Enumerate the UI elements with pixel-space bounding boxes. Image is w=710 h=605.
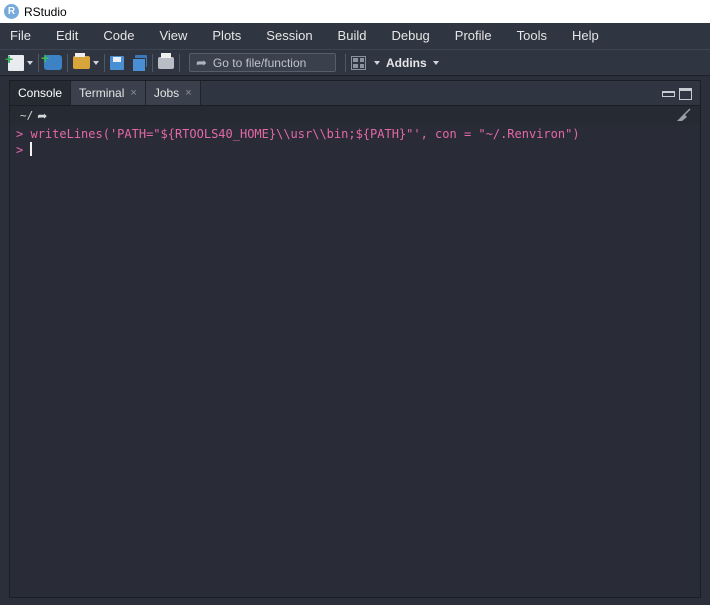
console-header: ~/ ➦: [10, 106, 700, 125]
tab-jobs-label: Jobs: [153, 86, 180, 100]
go-to-directory-icon[interactable]: ➦: [37, 109, 47, 123]
open-file-button[interactable]: [73, 53, 99, 73]
menu-file[interactable]: File: [2, 23, 39, 49]
toolbar-separator: [345, 53, 346, 72]
print-icon: [158, 52, 174, 69]
console-line: > writeLines('PATH="${RTOOLS40_HOME}\\us…: [16, 126, 700, 142]
tab-console-label: Console: [18, 86, 63, 100]
toolbar-separator: [152, 53, 153, 72]
tab-terminal[interactable]: Terminal ×: [71, 81, 146, 105]
toolbar-separator: [38, 53, 39, 72]
minimize-pane-icon[interactable]: [662, 91, 675, 97]
workspace-panes-button[interactable]: [351, 53, 380, 73]
go-to-file-placeholder: Go to file/function: [212, 55, 307, 70]
tab-terminal-label: Terminal: [79, 86, 125, 100]
console-output[interactable]: > writeLines('PATH="${RTOOLS40_HOME}\\us…: [10, 125, 700, 597]
close-icon[interactable]: ×: [185, 87, 191, 99]
go-to-file-input[interactable]: ➦ Go to file/function: [189, 53, 336, 72]
save-icon: [110, 55, 124, 70]
main-toolbar: ➦ Go to file/function Addins: [0, 49, 710, 76]
text-cursor: [30, 142, 33, 156]
addins-label: Addins: [386, 55, 427, 70]
print-button[interactable]: [158, 52, 174, 73]
chevron-down-icon: [93, 60, 99, 65]
chevron-down-icon: [432, 60, 439, 65]
menu-profile[interactable]: Profile: [447, 23, 500, 49]
menu-debug[interactable]: Debug: [383, 23, 437, 49]
new-file-button[interactable]: [5, 51, 33, 73]
console-command: writeLines('PATH="${RTOOLS40_HOME}\\usr\…: [30, 127, 580, 141]
tab-jobs[interactable]: Jobs ×: [145, 81, 201, 105]
window-title: RStudio: [24, 4, 67, 19]
console-pane: Console Terminal × Jobs × ~/ ➦ > writeLi…: [9, 80, 701, 598]
go-to-arrow-icon: ➦: [196, 54, 207, 70]
broom-clear-icon[interactable]: [674, 108, 692, 122]
pane-window-controls: [662, 88, 692, 100]
new-project-icon: [41, 50, 62, 70]
menu-view[interactable]: View: [151, 23, 195, 49]
menu-help[interactable]: Help: [564, 23, 607, 49]
console-input-line[interactable]: >: [16, 142, 700, 158]
new-project-button[interactable]: [41, 50, 62, 73]
grid-icon: [351, 55, 366, 70]
maximize-pane-icon[interactable]: [679, 88, 692, 100]
addins-button[interactable]: Addins: [380, 53, 439, 73]
menu-edit[interactable]: Edit: [48, 23, 86, 49]
menu-bar: File Edit Code View Plots Session Build …: [0, 23, 710, 49]
chevron-down-icon: [27, 60, 33, 65]
folder-open-icon: [73, 53, 90, 69]
menu-plots[interactable]: Plots: [204, 23, 249, 49]
toolbar-separator: [104, 53, 105, 72]
pane-tab-bar: Console Terminal × Jobs ×: [10, 81, 700, 106]
rstudio-logo-icon: R: [4, 4, 19, 19]
menu-code[interactable]: Code: [95, 23, 142, 49]
save-button[interactable]: [110, 53, 124, 73]
close-icon[interactable]: ×: [130, 87, 136, 99]
menu-build[interactable]: Build: [330, 23, 375, 49]
working-directory: ~/: [20, 109, 34, 122]
tab-console[interactable]: Console: [10, 81, 72, 105]
save-all-icon: [132, 55, 147, 72]
save-all-button[interactable]: [132, 53, 147, 73]
new-file-icon: [5, 51, 24, 71]
console-prompt: >: [16, 127, 24, 141]
console-prompt: >: [16, 143, 24, 157]
toolbar-separator: [67, 53, 68, 72]
toolbar-separator: [179, 53, 180, 72]
menu-session[interactable]: Session: [258, 23, 320, 49]
title-bar: R RStudio: [0, 0, 710, 23]
menu-tools[interactable]: Tools: [509, 23, 555, 49]
